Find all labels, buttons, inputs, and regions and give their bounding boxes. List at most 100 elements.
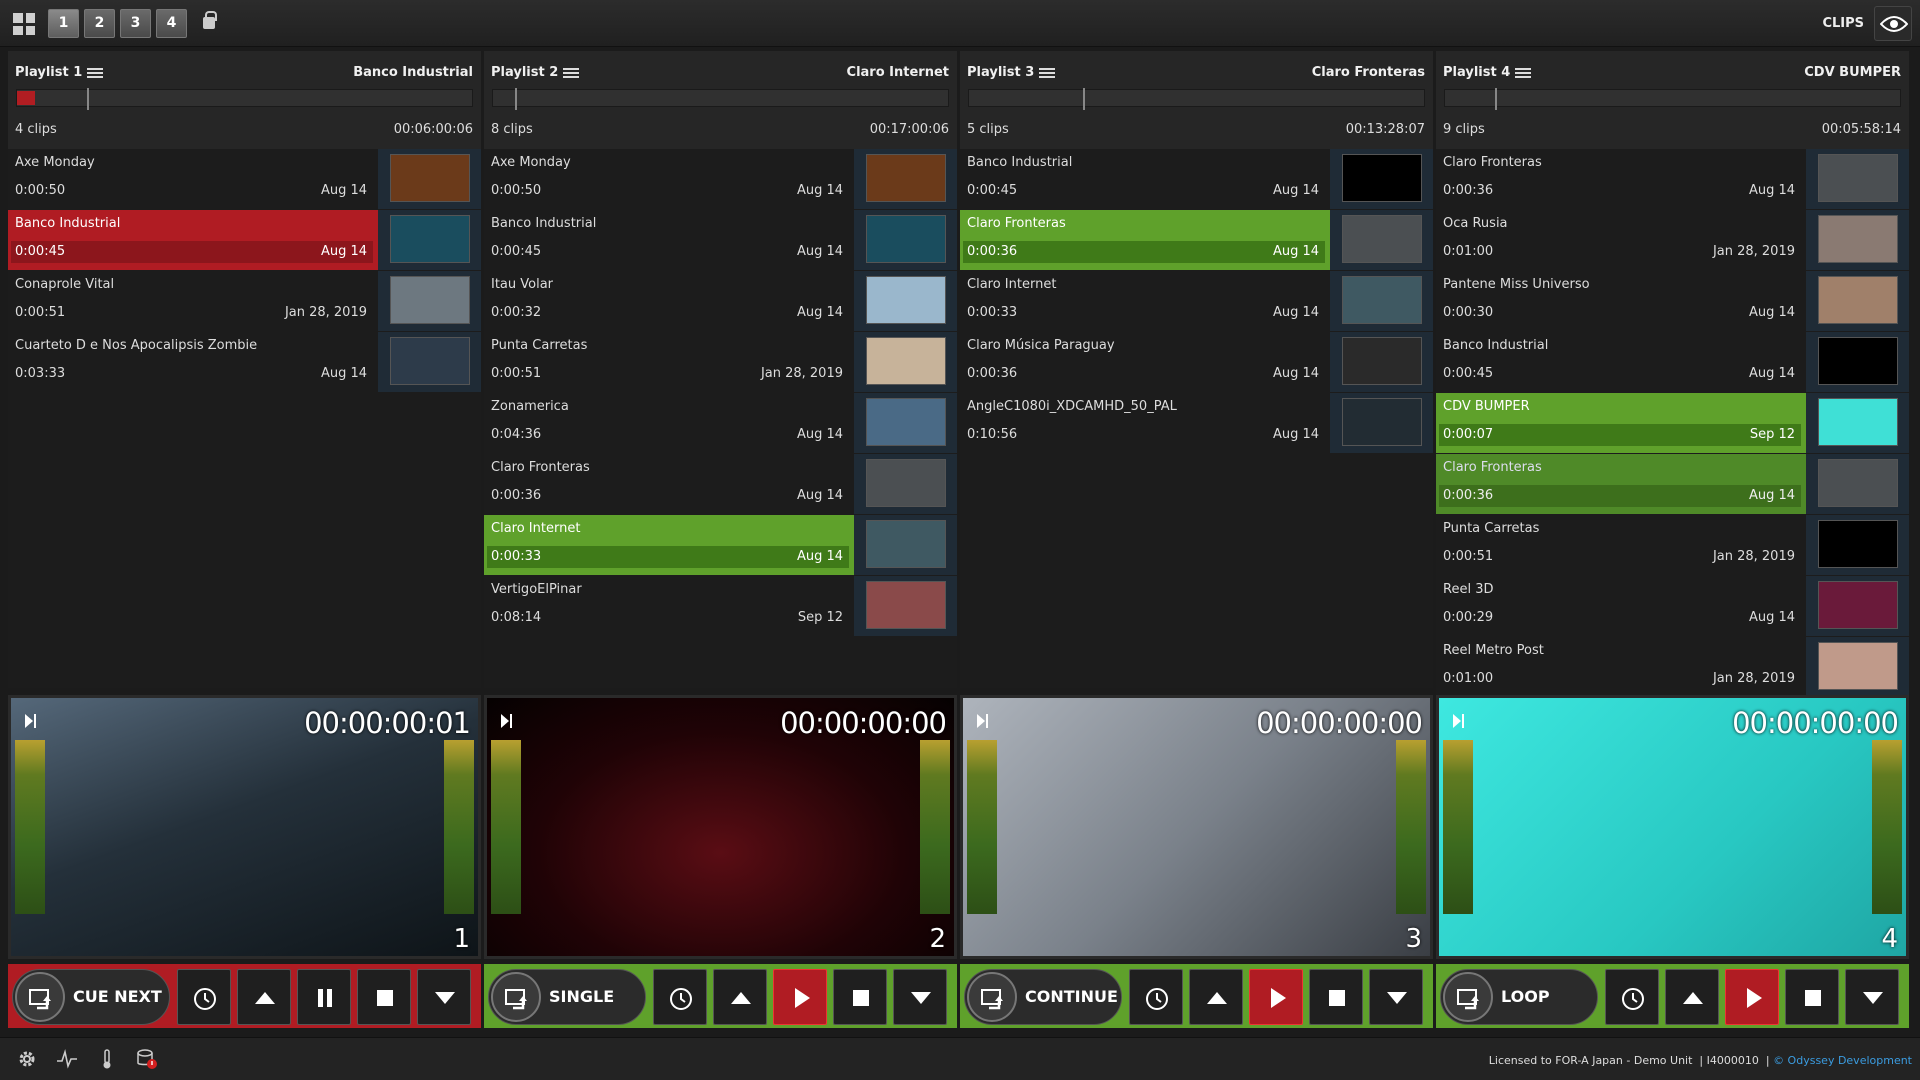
previous-clip-button[interactable]	[1189, 969, 1243, 1025]
playback-mode-button[interactable]: CONTINUE	[964, 969, 1122, 1025]
clip-row[interactable]: Claro Fronteras 0:00:36 Aug 14	[484, 454, 957, 514]
playlist-menu-icon[interactable]	[1515, 66, 1532, 80]
clip-row[interactable]: Banco Industrial 0:00:45 Aug 14	[1436, 332, 1909, 392]
schedule-alarm-button[interactable]	[1605, 969, 1659, 1025]
mode-icon	[15, 972, 65, 1022]
play-button[interactable]	[1725, 969, 1779, 1025]
license-text: Licensed to FOR-A Japan - Demo Unit	[1488, 1054, 1693, 1067]
next-clip-button[interactable]	[1845, 969, 1899, 1025]
playback-mode-button[interactable]: LOOP	[1440, 969, 1598, 1025]
clip-thumbnail	[866, 520, 946, 568]
playlist-menu-icon[interactable]	[563, 66, 580, 80]
waveform-icon[interactable]	[56, 1048, 78, 1070]
clip-thumbnail	[390, 337, 470, 385]
clip-row[interactable]: Oca Rusia 0:01:00 Jan 28, 2019	[1436, 210, 1909, 270]
clip-row[interactable]: Claro Fronteras 0:00:36 Aug 14	[1436, 149, 1909, 209]
clip-row[interactable]: Claro Fronteras 0:00:36 Aug 14	[1436, 454, 1909, 514]
clip-row[interactable]: Conaprole Vital 0:00:51 Jan 28, 2019	[8, 271, 481, 331]
playlist-title[interactable]: Playlist 4	[1443, 65, 1532, 80]
clip-row[interactable]: Banco Industrial 0:00:45 Aug 14	[484, 210, 957, 270]
clip-thumbnail	[1818, 581, 1898, 629]
settings-gear-icon[interactable]	[16, 1048, 38, 1070]
playlist-progress-track[interactable]	[1444, 88, 1901, 110]
playlist-progress-track[interactable]	[492, 88, 949, 110]
clip-list: Claro Fronteras 0:00:36 Aug 14 Oca Rusia…	[1436, 149, 1909, 697]
schedule-alarm-button[interactable]	[177, 969, 231, 1025]
next-clip-button[interactable]	[893, 969, 947, 1025]
playlist-progress-track[interactable]	[16, 88, 473, 110]
clip-row[interactable]: AngleC1080i_XDCAMHD_50_PAL 0:10:56 Aug 1…	[960, 393, 1433, 453]
playlist-menu-icon[interactable]	[87, 66, 104, 80]
lock-icon[interactable]	[203, 11, 217, 29]
clip-row[interactable]: Claro Internet 0:00:33 Aug 14	[960, 271, 1433, 331]
clip-row[interactable]: Punta Carretas 0:00:51 Jan 28, 2019	[484, 332, 957, 392]
stop-button[interactable]	[833, 969, 887, 1025]
clip-thumbnail-frame	[854, 393, 957, 453]
layout-button-3[interactable]: 3	[120, 9, 151, 38]
clip-row[interactable]: Axe Monday 0:00:50 Aug 14	[484, 149, 957, 209]
eye-toggle-button[interactable]	[1874, 6, 1912, 41]
clip-name: Punta Carretas	[1443, 521, 1540, 536]
clip-list: Axe Monday 0:00:50 Aug 14 Banco Industri…	[484, 149, 957, 688]
clip-row[interactable]: VertigoElPinar 0:08:14 Sep 12	[484, 576, 957, 636]
clip-name: Reel 3D	[1443, 582, 1494, 597]
stop-button[interactable]	[1309, 969, 1363, 1025]
clip-row[interactable]: Banco Industrial 0:00:45 Aug 14	[8, 210, 481, 270]
clip-row[interactable]: Claro Internet 0:00:33 Aug 14	[484, 515, 957, 575]
clip-row[interactable]: Cuarteto D e Nos Apocalipsis Zombie 0:03…	[8, 332, 481, 392]
clip-name: Banco Industrial	[15, 216, 121, 231]
play-button[interactable]	[773, 969, 827, 1025]
playlist-title[interactable]: Playlist 1	[15, 65, 104, 80]
schedule-alarm-button[interactable]	[653, 969, 707, 1025]
storage-alert-icon[interactable]	[136, 1048, 158, 1070]
playlist-title[interactable]: Playlist 2	[491, 65, 580, 80]
mode-label: LOOP	[1501, 987, 1550, 1006]
clip-row[interactable]: Axe Monday 0:00:50 Aug 14	[8, 149, 481, 209]
temperature-icon[interactable]	[96, 1048, 118, 1070]
grid-menu-icon[interactable]	[13, 13, 35, 35]
layout-button-4[interactable]: 4	[156, 9, 187, 38]
progress-cursor[interactable]	[87, 88, 89, 110]
progress-cursor[interactable]	[1495, 88, 1497, 110]
playback-mode-button[interactable]: SINGLE	[488, 969, 646, 1025]
previous-clip-button[interactable]	[1665, 969, 1719, 1025]
layout-button-1[interactable]: 1	[48, 9, 79, 38]
playback-mode-button[interactable]: CUE NEXT	[12, 969, 170, 1025]
clip-name: Claro Internet	[491, 521, 581, 536]
pause-button[interactable]	[297, 969, 351, 1025]
clip-row[interactable]: Reel 3D 0:00:29 Aug 14	[1436, 576, 1909, 636]
clip-row[interactable]: Reel Metro Post 0:01:00 Jan 28, 2019	[1436, 637, 1909, 697]
clip-row[interactable]: Zonamerica 0:04:36 Aug 14	[484, 393, 957, 453]
audio-meter-right	[1396, 740, 1426, 914]
audio-meter-left	[1443, 740, 1473, 914]
previous-clip-button[interactable]	[713, 969, 767, 1025]
vendor-link[interactable]: © Odyssey Development	[1773, 1054, 1912, 1067]
mode-label: CONTINUE	[1025, 987, 1118, 1006]
clip-thumbnail-frame	[854, 149, 957, 209]
next-clip-button[interactable]	[417, 969, 471, 1025]
playlist-menu-icon[interactable]	[1039, 66, 1056, 80]
playlist-title[interactable]: Playlist 3	[967, 65, 1056, 80]
clip-row[interactable]: Punta Carretas 0:00:51 Jan 28, 2019	[1436, 515, 1909, 575]
layout-button-2[interactable]: 2	[84, 9, 115, 38]
clip-row[interactable]: Itau Volar 0:00:32 Aug 14	[484, 271, 957, 331]
play-button[interactable]	[1249, 969, 1303, 1025]
stop-button[interactable]	[1785, 969, 1839, 1025]
clip-thumbnail	[390, 276, 470, 324]
clip-row[interactable]: CDV BUMPER 0:00:07 Sep 12	[1436, 393, 1909, 453]
clip-row[interactable]: Claro Fronteras 0:00:36 Aug 14	[960, 210, 1433, 270]
clip-name: Itau Volar	[491, 277, 554, 292]
previous-clip-button[interactable]	[237, 969, 291, 1025]
progress-cursor[interactable]	[515, 88, 517, 110]
stop-button[interactable]	[357, 969, 411, 1025]
clip-thumbnail-frame	[1330, 332, 1433, 392]
clip-date: Sep 12	[797, 610, 843, 625]
clip-row[interactable]: Banco Industrial 0:00:45 Aug 14	[960, 149, 1433, 209]
schedule-alarm-button[interactable]	[1129, 969, 1183, 1025]
next-clip-button[interactable]	[1369, 969, 1423, 1025]
playlist-progress-track[interactable]	[968, 88, 1425, 110]
clip-date: Aug 14	[796, 427, 843, 442]
progress-cursor[interactable]	[1083, 88, 1085, 110]
clip-row[interactable]: Claro Música Paraguay 0:00:36 Aug 14	[960, 332, 1433, 392]
clip-row[interactable]: Pantene Miss Universo 0:00:30 Aug 14	[1436, 271, 1909, 331]
